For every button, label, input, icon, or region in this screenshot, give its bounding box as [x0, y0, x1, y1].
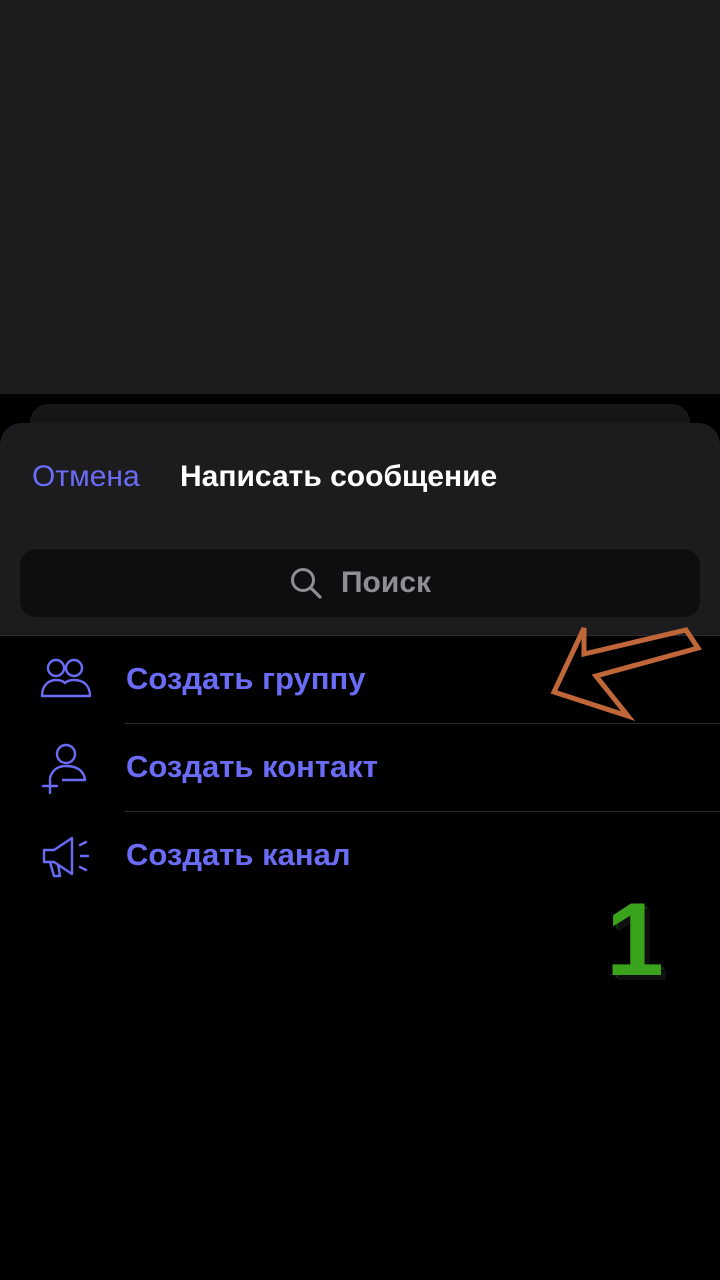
create-contact-label: Создать контакт [126, 749, 378, 784]
search-icon [290, 568, 322, 599]
dimmed-background[interactable] [0, 0, 720, 394]
create-group-label: Создать группу [126, 661, 366, 696]
page-title: Написать сообщение [180, 460, 498, 493]
screen: Отмена Написать сообщение Поиск Создать … [0, 0, 720, 1280]
cancel-button[interactable]: Отмена [32, 459, 140, 495]
search-placeholder: Поиск [340, 566, 432, 599]
step-number-annotation: 1 [606, 882, 664, 998]
create-contact-item[interactable]: Создать контакт [0, 724, 720, 812]
megaphone-icon [42, 836, 90, 878]
group-icon [40, 658, 92, 698]
search-input[interactable]: Поиск [20, 549, 700, 617]
create-channel-label: Создать канал [126, 837, 351, 872]
add-contact-icon [41, 743, 87, 794]
pointer-arrow-annotation [550, 626, 703, 721]
